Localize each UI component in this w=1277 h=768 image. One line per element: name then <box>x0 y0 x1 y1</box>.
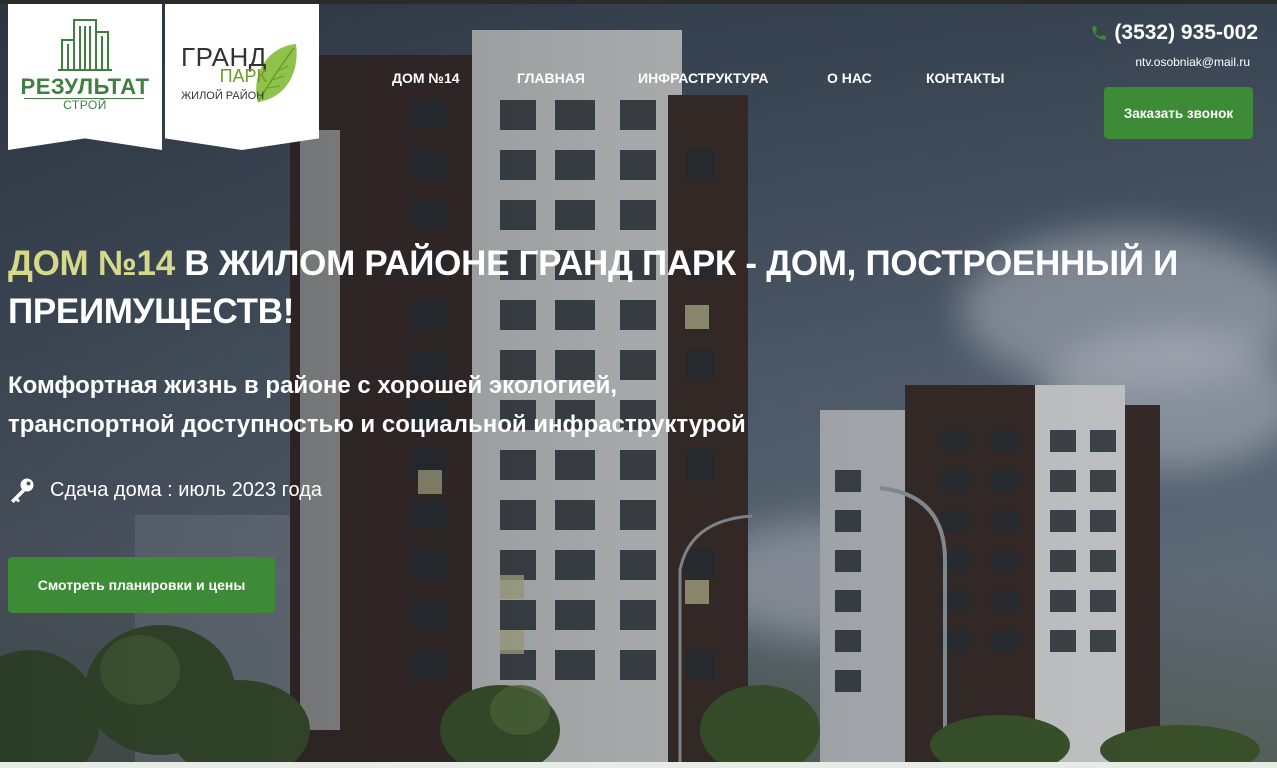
order-call-button[interactable]: Заказать звонок <box>1104 87 1253 139</box>
phone-block[interactable]: (3532) 935-002 <box>1090 21 1258 45</box>
bottom-strip <box>0 762 1277 768</box>
building-logo-icon <box>58 19 112 71</box>
nav-item-house-14[interactable]: ДОМ №14 <box>392 70 460 86</box>
logo-name: РЕЗУЛЬТАТ <box>20 74 150 99</box>
subline-line-2: транспортной доступностью и социальной и… <box>8 411 746 438</box>
logo-line3: ЖИЛОЙ РАЙОН <box>181 90 265 102</box>
logo-line2: ПАРК <box>219 66 267 86</box>
nav-item-about[interactable]: О НАС <box>827 70 872 86</box>
email-link[interactable]: ntv.osobniak@mail.ru <box>1135 55 1250 69</box>
nav-item-home[interactable]: ГЛАВНАЯ <box>517 70 585 86</box>
key-icon <box>11 478 34 503</box>
top-border <box>0 0 1277 4</box>
hero-headline: ДОМ №14 В ЖИЛОМ РАЙОНЕ ГРАНД ПАРК - ДОМ,… <box>8 240 1238 336</box>
handover-info: Сдача дома : июль 2023 года <box>8 476 322 504</box>
nav-item-infrastructure[interactable]: ИНФРАСТРУКТУРА <box>638 70 769 86</box>
headline-accent: ДОМ №14 <box>8 244 175 283</box>
rezultat-stroy-logo[interactable]: РЕЗУЛЬТАТ СТРОЙ <box>8 4 162 150</box>
nav-item-contacts[interactable]: КОНТАКТЫ <box>926 70 1004 86</box>
grand-park-logo[interactable]: ГРАНД ПАРК ЖИЛОЙ РАЙОН <box>165 4 319 150</box>
subline-line-1: Комфортная жизнь в районе с хорошей экол… <box>8 372 617 399</box>
hero-subline: Комфортная жизнь в районе с хорошей экол… <box>8 366 908 444</box>
handover-date: Сдача дома : июль 2023 года <box>50 478 322 501</box>
logo-sub: СТРОЙ <box>63 98 107 112</box>
headline-text: В ЖИЛОМ РАЙОНЕ ГРАНД ПАРК - ДОМ, ПОСТРОЕ… <box>8 244 1179 331</box>
phone-icon <box>1092 26 1107 40</box>
phone-number[interactable]: (3532) 935-002 <box>1114 21 1258 45</box>
view-plans-button[interactable]: Смотреть планировки и цены <box>8 557 275 613</box>
